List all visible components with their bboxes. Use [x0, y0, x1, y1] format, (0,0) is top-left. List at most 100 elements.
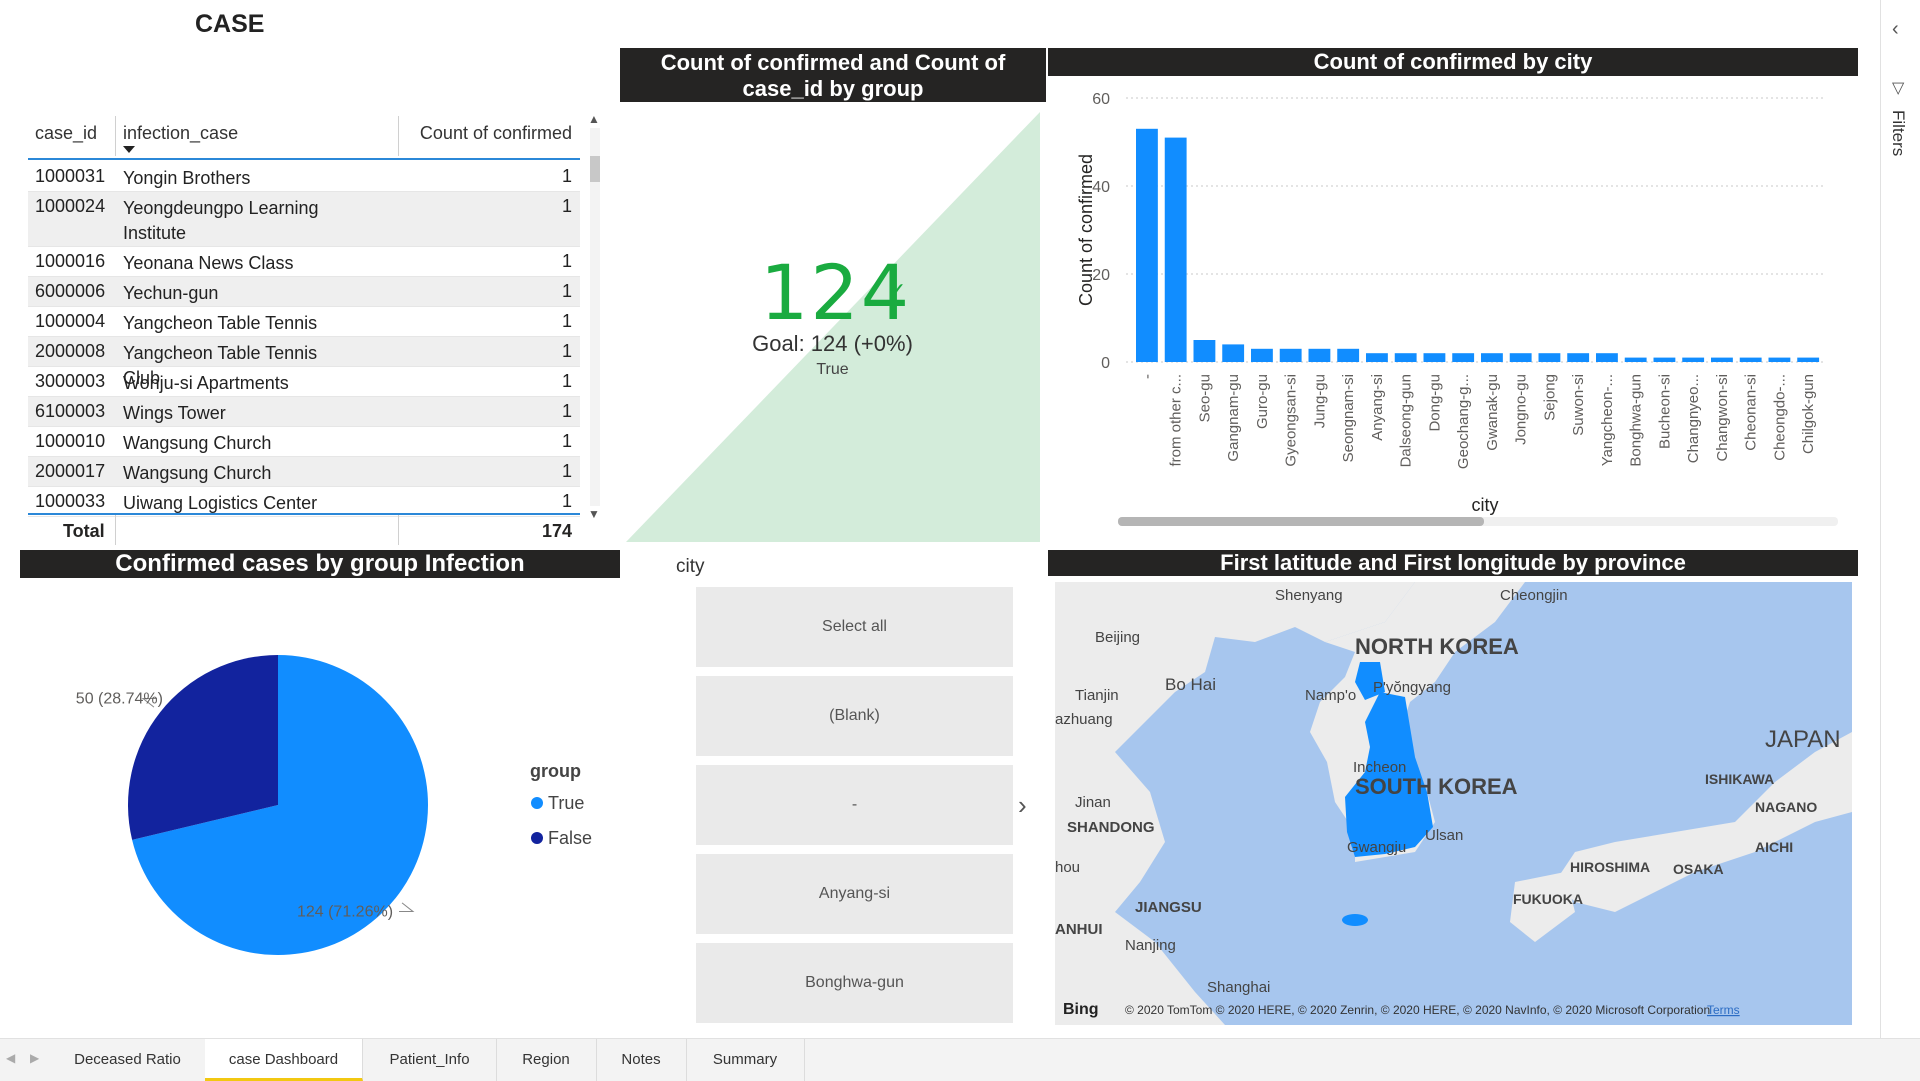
cell-infection-case: Wangsung Church — [123, 433, 272, 453]
table-row[interactable]: 1000004Yangcheon Table Tennis Club1 — [28, 307, 580, 358]
slicer-item[interactable]: Anyang-si — [696, 854, 1013, 934]
tab-deceased-ratio[interactable]: Deceased Ratio — [50, 1039, 206, 1081]
checkmark-icon: ✓ — [888, 278, 907, 303]
scroll-up-icon[interactable]: ▲ — [588, 112, 600, 126]
x-tick-label: Changnyeo... — [1685, 374, 1702, 463]
sort-descending-icon[interactable] — [123, 146, 135, 153]
tab-patient-info[interactable]: Patient_Info — [363, 1039, 497, 1081]
chevron-left-icon[interactable]: ‹ — [1892, 18, 1899, 41]
slicer-item[interactable]: (Blank) — [696, 676, 1013, 756]
tab-summary[interactable]: Summary — [686, 1039, 805, 1081]
x-tick-label: Gwanak-gu — [1484, 374, 1501, 451]
bar-chart-title: Count of confirmed by city — [1048, 48, 1858, 76]
bar[interactable] — [1596, 353, 1618, 362]
page-tab-bar: ◀ ▶ Deceased Ratio case Dashboard Patient_… — [0, 1038, 1920, 1081]
table-scrollbar[interactable]: ▲ ▼ — [588, 112, 600, 522]
bar[interactable] — [1739, 357, 1762, 362]
bar[interactable] — [1308, 348, 1331, 362]
bar[interactable] — [1452, 353, 1475, 362]
column-header-case-id[interactable]: case_id — [35, 123, 97, 144]
table-row[interactable]: 2000017 Wangsung Church 1 — [28, 457, 580, 487]
filters-label[interactable]: Filters — [1888, 110, 1908, 156]
cell-case-id: 1000033 — [35, 491, 106, 511]
bar[interactable] — [1423, 353, 1446, 362]
pie-chart[interactable]: 124 (71.26%) 50 (28.74%) group True False — [20, 580, 620, 1000]
map-terms-link[interactable]: Terms — [1707, 1003, 1740, 1017]
chevron-right-icon[interactable]: › — [1018, 790, 1027, 821]
slicer-item[interactable]: Select all — [696, 587, 1013, 667]
tab-scroll-right-icon[interactable]: ▶ — [30, 1051, 39, 1065]
bar[interactable] — [1509, 353, 1532, 362]
slicer-item[interactable]: - — [696, 765, 1013, 845]
bar[interactable] — [1136, 128, 1158, 362]
bar[interactable] — [1538, 353, 1561, 362]
funnel-icon[interactable]: ▽ — [1892, 78, 1904, 98]
table-row[interactable]: 1000031 Yongin Brothers 1 — [28, 162, 580, 192]
bar[interactable] — [1251, 348, 1273, 362]
table-header: case_id infection_case Count of confirme… — [28, 112, 580, 160]
bar[interactable] — [1337, 348, 1360, 362]
x-tick-label: Dong-gu — [1426, 374, 1443, 432]
bar[interactable] — [1711, 357, 1733, 362]
bar[interactable] — [1394, 353, 1417, 362]
x-tick-label: Seo-gu — [1196, 374, 1213, 422]
bar[interactable] — [1481, 353, 1503, 362]
x-tick-label: Geochang-g... — [1455, 374, 1472, 469]
cell-count: 1 — [561, 431, 572, 451]
bar[interactable] — [1653, 357, 1676, 362]
table-row[interactable]: 3000003 Wonju-si Apartments 1 — [28, 367, 580, 397]
table-body: 1000031 Yongin Brothers 1 1000024 Yeongdeung… — [28, 162, 580, 517]
tab-region[interactable]: Region — [496, 1039, 597, 1081]
bar[interactable] — [1366, 353, 1388, 362]
column-header-infection-case[interactable]: infection_case — [123, 123, 238, 144]
bar[interactable] — [1567, 353, 1590, 362]
map-label: Jinan — [1075, 794, 1111, 811]
cell-count: 1 — [561, 281, 572, 301]
x-tick-label: Suwon-si — [1570, 374, 1587, 436]
column-header-count[interactable]: Count of confirmed — [420, 123, 572, 144]
bar[interactable] — [1797, 357, 1820, 362]
case-table[interactable]: case_id infection_case Count of confirme… — [28, 112, 600, 546]
map-label: HIROSHIMA — [1570, 859, 1650, 875]
slicer-item[interactable]: Bonghwa-gun — [696, 943, 1013, 1023]
map-label: hou — [1055, 859, 1080, 876]
table-row[interactable]: 6000006 Yechun-gun 1 — [28, 277, 580, 307]
tab-scroll-left-icon[interactable]: ◀ — [6, 1051, 15, 1065]
x-tick-label: Guro-gu — [1254, 374, 1271, 429]
x-axis-label: city — [1472, 495, 1499, 515]
legend-marker — [531, 797, 543, 809]
bar[interactable] — [1279, 348, 1302, 362]
bar-chart[interactable]: 0204060Count of confirmed-from other c..… — [1048, 80, 1858, 532]
column-separator — [115, 116, 116, 156]
bar[interactable] — [1624, 357, 1647, 362]
x-tick-label: - — [1139, 374, 1156, 379]
map[interactable]: Shenyang Cheongjin Beijing NORTH KOREA Tianj… — [1055, 582, 1852, 1025]
table-row[interactable]: 2000008 Yangcheon Table Tennis Club 1 — [28, 337, 580, 388]
table-row[interactable]: 1000024 Yeongdeungpo Learning Institute 1 — [28, 192, 580, 247]
bar[interactable] — [1768, 357, 1791, 362]
table-row[interactable]: 1000010 Wangsung Church 1 — [28, 427, 580, 457]
x-tick-label: Bonghwa-gun — [1628, 374, 1645, 467]
cell-infection-case: Wangsung Church — [123, 463, 272, 483]
bar[interactable] — [1164, 137, 1187, 362]
bar[interactable] — [1193, 340, 1216, 362]
scroll-thumb[interactable] — [590, 156, 600, 182]
map-label: AICHI — [1755, 839, 1793, 855]
cell-count: 1 — [561, 311, 572, 331]
bar[interactable] — [1222, 344, 1245, 362]
y-tick-label: 0 — [1101, 355, 1110, 372]
x-tick-label: from other c... — [1168, 374, 1185, 467]
total-value: 174 — [541, 521, 572, 541]
kpi-status: True — [816, 361, 849, 378]
scroll-track[interactable] — [590, 128, 600, 506]
data-label: 124 (71.26%) — [297, 904, 393, 921]
tab-case-dashboard[interactable]: case Dashboard — [205, 1039, 363, 1081]
map-label: ISHIKAWA — [1705, 771, 1774, 787]
table-row[interactable]: 6100003 Wings Tower 1 — [28, 397, 580, 427]
table-row[interactable]: 1000016 Yeonana News Class 1 — [28, 247, 580, 277]
bar[interactable] — [1682, 357, 1705, 362]
horizontal-scroll-thumb[interactable] — [1118, 517, 1484, 526]
tab-notes[interactable]: Notes — [596, 1039, 687, 1081]
map-attribution: © 2020 TomTom © 2020 HERE, © 2020 Zenrin… — [1125, 1003, 1710, 1017]
scroll-down-icon[interactable]: ▼ — [588, 507, 600, 521]
